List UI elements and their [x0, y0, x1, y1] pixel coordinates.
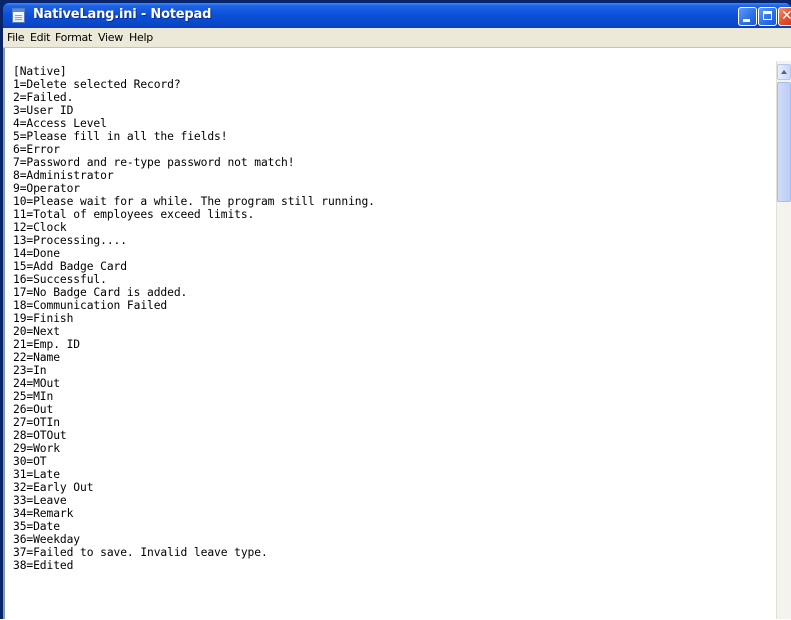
text-line: 10=Please wait for a while. The program … [13, 195, 375, 208]
text-line: 24=MOut [13, 377, 60, 390]
menu-edit[interactable]: Edit [30, 31, 50, 44]
text-line: 35=Date [13, 520, 60, 533]
scrollbar-thumb[interactable] [777, 82, 791, 202]
close-button[interactable]: ✕ [778, 7, 791, 26]
notepad-icon[interactable] [12, 8, 25, 23]
text-line: 37=Failed to save. Invalid leave type. [13, 546, 268, 559]
text-line: 20=Next [13, 325, 60, 338]
text-line: 9=Operator [13, 182, 81, 195]
menu-view[interactable]: View [98, 31, 123, 44]
text-line: 38=Edited [13, 559, 74, 572]
title-bar[interactable]: NativeLang.ini - Notepad ✕ [3, 3, 791, 28]
text-line: 27=OTIn [13, 416, 60, 429]
text-line: 33=Leave [13, 494, 67, 507]
maximize-icon [763, 11, 772, 20]
text-line: 7=Password and re-type password not matc… [13, 156, 295, 169]
text-line: 8=Administrator [13, 169, 114, 182]
text-line: 26=Out [13, 403, 54, 416]
window-title: NativeLang.ini - Notepad [33, 7, 212, 22]
text-line: 3=User ID [13, 104, 74, 117]
minimize-button[interactable] [738, 7, 757, 26]
text-line: 5=Please fill in all the fields! [13, 130, 228, 143]
editor-area[interactable]: [Native] 1=Delete selected Record? 2=Fai… [3, 48, 791, 619]
text-line: 31=Late [13, 468, 60, 481]
text-line: 1=Delete selected Record? [13, 78, 181, 91]
text-line: 12=Clock [13, 221, 67, 234]
text-line: 29=Work [13, 442, 60, 455]
text-line: 25=MIn [13, 390, 54, 403]
vertical-scrollbar[interactable] [776, 61, 791, 619]
menu-file[interactable]: File [7, 31, 25, 44]
text-line: 30=OT [13, 455, 47, 468]
text-line: 21=Emp. ID [13, 338, 81, 351]
text-line: 18=Communication Failed [13, 299, 168, 312]
notepad-window: NativeLang.ini - Notepad ✕ File Edit For… [0, 0, 791, 619]
text-line: 22=Name [13, 351, 60, 364]
menu-format[interactable]: Format [55, 31, 92, 44]
text-line: 14=Done [13, 247, 60, 260]
chevron-up-icon[interactable] [777, 64, 791, 80]
menu-bar: File Edit Format View Help [3, 28, 791, 48]
text-line: 11=Total of employees exceed limits. [13, 208, 255, 221]
text-line: 17=No Badge Card is added. [13, 286, 188, 299]
text-content[interactable]: [Native] 1=Delete selected Record? 2=Fai… [13, 65, 773, 620]
text-line: 28=OTOut [13, 429, 67, 442]
text-line: 32=Early Out [13, 481, 94, 494]
close-icon: ✕ [781, 8, 791, 24]
text-line: 16=Successful. [13, 273, 107, 286]
menu-help[interactable]: Help [129, 31, 153, 44]
text-line: 6=Error [13, 143, 60, 156]
text-line: 2=Failed. [13, 91, 74, 104]
text-line: 19=Finish [13, 312, 74, 325]
maximize-button[interactable] [758, 7, 777, 26]
text-line: 36=Weekday [13, 533, 81, 546]
text-line: [Native] [13, 65, 67, 78]
minimize-icon [743, 19, 750, 22]
text-line: 34=Remark [13, 507, 74, 520]
text-line: 15=Add Badge Card [13, 260, 127, 273]
text-line: 23=In [13, 364, 47, 377]
text-line: 4=Access Level [13, 117, 107, 130]
text-line: 13=Processing.... [13, 234, 127, 247]
